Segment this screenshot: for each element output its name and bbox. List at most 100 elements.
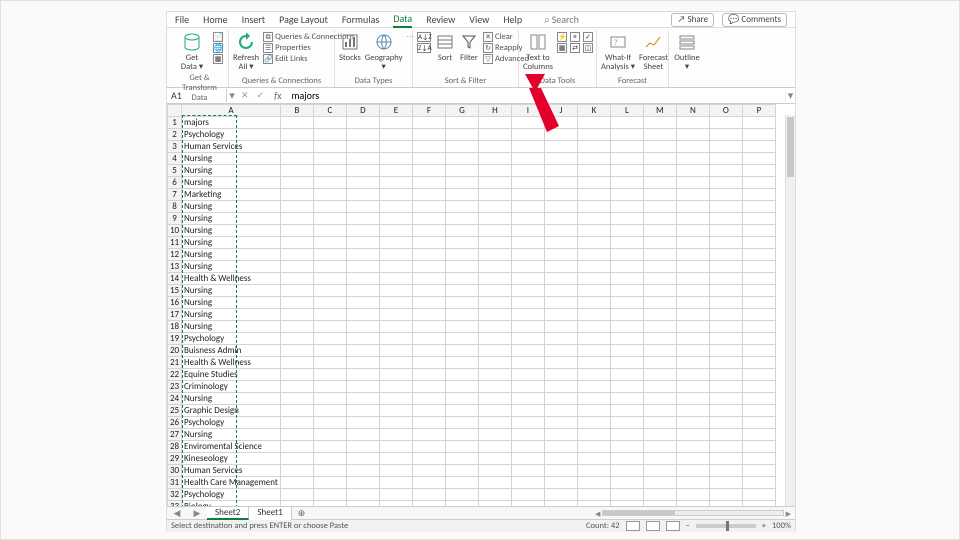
cell-A19[interactable]: Psychology <box>182 333 281 345</box>
cell-F9[interactable] <box>412 213 445 225</box>
cell-E13[interactable] <box>379 261 412 273</box>
cell-B23[interactable] <box>280 381 313 393</box>
cell-A16[interactable]: Nursing <box>182 297 281 309</box>
cell-N33[interactable] <box>676 501 709 507</box>
view-page-break-button[interactable] <box>666 521 680 531</box>
cell-E17[interactable] <box>379 309 412 321</box>
cell-G29[interactable] <box>445 453 478 465</box>
cell-O23[interactable] <box>709 381 742 393</box>
cell-P29[interactable] <box>742 453 775 465</box>
cell-L23[interactable] <box>610 381 643 393</box>
cell-N4[interactable] <box>676 153 709 165</box>
cell-O17[interactable] <box>709 309 742 321</box>
cell-M27[interactable] <box>643 429 676 441</box>
row-header-11[interactable]: 11 <box>168 237 182 249</box>
cell-F5[interactable] <box>412 165 445 177</box>
cell-P18[interactable] <box>742 321 775 333</box>
cell-A24[interactable]: Nursing <box>182 393 281 405</box>
cell-M24[interactable] <box>643 393 676 405</box>
cell-M5[interactable] <box>643 165 676 177</box>
cell-D28[interactable] <box>346 441 379 453</box>
cell-F22[interactable] <box>412 369 445 381</box>
cell-L12[interactable] <box>610 249 643 261</box>
cell-D33[interactable] <box>346 501 379 507</box>
cell-K15[interactable] <box>577 285 610 297</box>
cell-O7[interactable] <box>709 189 742 201</box>
cell-N19[interactable] <box>676 333 709 345</box>
cell-H8[interactable] <box>478 201 511 213</box>
row-header-12[interactable]: 12 <box>168 249 182 261</box>
cell-P21[interactable] <box>742 357 775 369</box>
cell-D17[interactable] <box>346 309 379 321</box>
cell-L21[interactable] <box>610 357 643 369</box>
cell-P5[interactable] <box>742 165 775 177</box>
tab-view[interactable]: View <box>469 13 489 26</box>
search-box[interactable]: ⌕ Search <box>544 13 579 26</box>
cell-N28[interactable] <box>676 441 709 453</box>
cell-E20[interactable] <box>379 345 412 357</box>
cell-L18[interactable] <box>610 321 643 333</box>
row-header-3[interactable]: 3 <box>168 141 182 153</box>
cell-E24[interactable] <box>379 393 412 405</box>
cell-B14[interactable] <box>280 273 313 285</box>
refresh-all-button[interactable]: Refresh All ▾ <box>233 32 259 72</box>
row-header-26[interactable]: 26 <box>168 417 182 429</box>
cell-E30[interactable] <box>379 465 412 477</box>
cell-N5[interactable] <box>676 165 709 177</box>
cell-C22[interactable] <box>313 369 346 381</box>
column-header-C[interactable]: C <box>313 105 346 117</box>
cell-N6[interactable] <box>676 177 709 189</box>
cell-F17[interactable] <box>412 309 445 321</box>
cell-B11[interactable] <box>280 237 313 249</box>
cell-G8[interactable] <box>445 201 478 213</box>
cell-D14[interactable] <box>346 273 379 285</box>
view-normal-button[interactable] <box>626 521 640 531</box>
cell-L6[interactable] <box>610 177 643 189</box>
cell-B5[interactable] <box>280 165 313 177</box>
cell-N22[interactable] <box>676 369 709 381</box>
cell-E15[interactable] <box>379 285 412 297</box>
cell-I21[interactable] <box>511 357 544 369</box>
from-table-icon[interactable]: ▦ <box>213 54 223 64</box>
cell-J9[interactable] <box>544 213 577 225</box>
cell-F14[interactable] <box>412 273 445 285</box>
cell-O3[interactable] <box>709 141 742 153</box>
cell-I19[interactable] <box>511 333 544 345</box>
cell-D16[interactable] <box>346 297 379 309</box>
cell-E19[interactable] <box>379 333 412 345</box>
cell-N24[interactable] <box>676 393 709 405</box>
cell-A11[interactable]: Nursing <box>182 237 281 249</box>
cell-H26[interactable] <box>478 417 511 429</box>
column-header-D[interactable]: D <box>346 105 379 117</box>
formula-expand-icon[interactable]: ▾ <box>785 89 795 102</box>
cell-K27[interactable] <box>577 429 610 441</box>
cell-P9[interactable] <box>742 213 775 225</box>
cell-D21[interactable] <box>346 357 379 369</box>
cell-H29[interactable] <box>478 453 511 465</box>
cell-P30[interactable] <box>742 465 775 477</box>
cell-B29[interactable] <box>280 453 313 465</box>
cell-P13[interactable] <box>742 261 775 273</box>
cell-P15[interactable] <box>742 285 775 297</box>
cell-E5[interactable] <box>379 165 412 177</box>
row-header-5[interactable]: 5 <box>168 165 182 177</box>
cell-K32[interactable] <box>577 489 610 501</box>
cell-D29[interactable] <box>346 453 379 465</box>
tab-data[interactable]: Data <box>393 12 412 28</box>
cell-H6[interactable] <box>478 177 511 189</box>
cell-I8[interactable] <box>511 201 544 213</box>
cell-N16[interactable] <box>676 297 709 309</box>
row-header-33[interactable]: 33 <box>168 501 182 507</box>
cell-M30[interactable] <box>643 465 676 477</box>
cell-J30[interactable] <box>544 465 577 477</box>
stocks-button[interactable]: Stocks <box>339 32 361 63</box>
cell-N8[interactable] <box>676 201 709 213</box>
sort-az-button[interactable]: A↓Z <box>417 32 431 42</box>
cell-C15[interactable] <box>313 285 346 297</box>
cell-L33[interactable] <box>610 501 643 507</box>
cell-M9[interactable] <box>643 213 676 225</box>
cell-L26[interactable] <box>610 417 643 429</box>
cell-J26[interactable] <box>544 417 577 429</box>
row-header-21[interactable]: 21 <box>168 357 182 369</box>
cell-H1[interactable] <box>478 117 511 129</box>
